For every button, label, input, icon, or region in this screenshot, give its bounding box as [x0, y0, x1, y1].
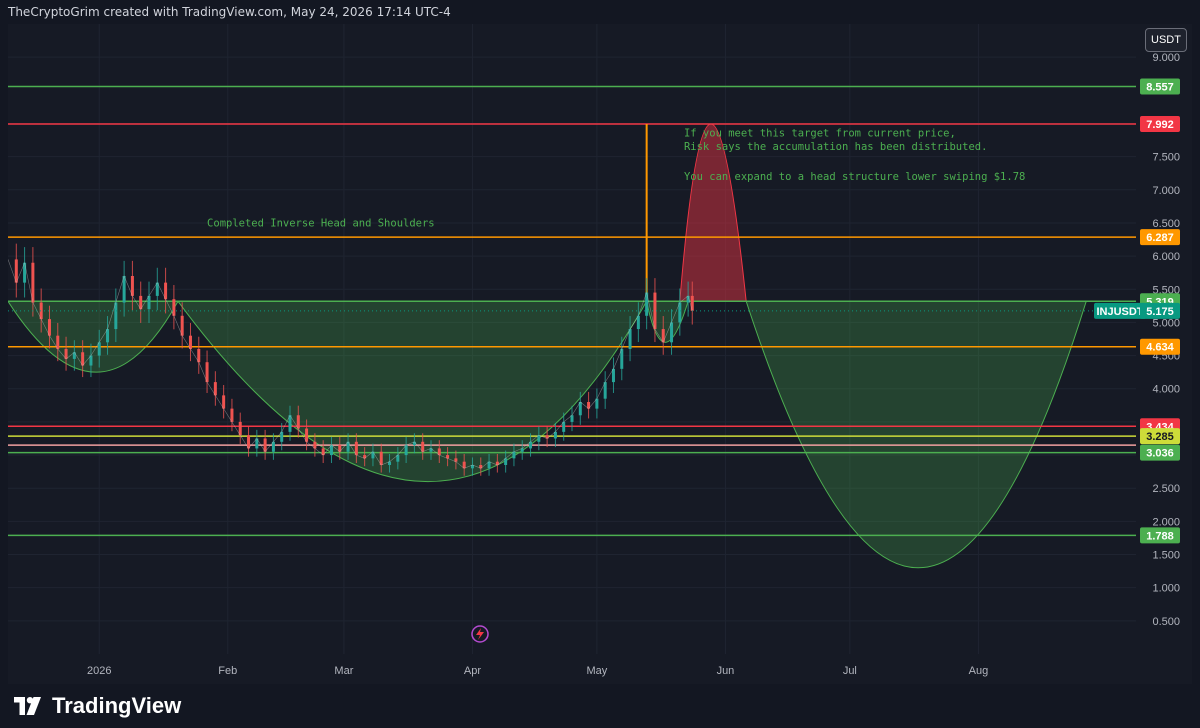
left-shoulder-curve	[8, 300, 179, 373]
attribution-bar: TheCryptoGrim created with TradingView.c…	[0, 0, 1200, 24]
currency-selector-button[interactable]: USDT	[1145, 28, 1187, 52]
x-tick-label: Aug	[969, 665, 989, 677]
right-shoulder-curve	[646, 300, 689, 343]
y-tick-label: 5.000	[1152, 317, 1180, 329]
price-level-label: 1.788	[1146, 530, 1174, 542]
tradingview-logo-icon	[14, 697, 41, 715]
x-tick-label: Jul	[843, 665, 857, 677]
y-tick-label: 1.000	[1152, 583, 1180, 595]
price-level-label: 6.287	[1146, 232, 1174, 244]
annotation-text: You can expand to a head structure lower…	[684, 171, 1025, 183]
y-tick-label: 7.500	[1152, 152, 1180, 164]
y-tick-label: 2.000	[1152, 516, 1180, 528]
footer: TradingView	[0, 684, 1200, 728]
price-candle-body	[690, 295, 694, 311]
x-tick-label: 2026	[87, 665, 111, 677]
attribution-text: TheCryptoGrim created with TradingView.c…	[8, 5, 451, 19]
tradingview-logo[interactable]: TradingView	[14, 690, 181, 722]
tradingview-brand-text: TradingView	[52, 693, 182, 718]
y-tick-label: 1.500	[1152, 550, 1180, 562]
x-tick-label: Feb	[218, 665, 237, 677]
x-tick-label: Jun	[717, 665, 735, 677]
symbol-label: INJUSDT	[1096, 306, 1143, 318]
y-tick-label: 2.500	[1152, 483, 1180, 495]
y-tick-label: 6.000	[1152, 251, 1180, 263]
price-level-label: 8.557	[1146, 82, 1174, 94]
last-price-label: 5.175	[1146, 306, 1174, 318]
projected-head-curve	[745, 300, 1087, 569]
x-tick-label: Mar	[334, 665, 353, 677]
price-level-label: 3.285	[1146, 431, 1174, 443]
y-tick-label: 7.000	[1152, 185, 1180, 197]
annotation-text: Risk says the accumulation has been dist…	[684, 141, 987, 153]
lightning-bolt-icon	[476, 628, 484, 640]
x-tick-label: Apr	[464, 665, 481, 677]
annotation-text: If you meet this target from current pri…	[684, 128, 956, 140]
price-level-label: 7.992	[1146, 119, 1174, 131]
price-chart[interactable]: Completed Inverse Head and Shoulders If y…	[8, 24, 1192, 684]
price-level-label: 4.634	[1146, 342, 1174, 354]
y-tick-label: 6.500	[1152, 218, 1180, 230]
y-tick-label: 4.000	[1152, 384, 1180, 396]
price-level-label: 3.036	[1146, 448, 1174, 460]
y-tick-label: 9.000	[1152, 52, 1180, 64]
x-tick-label: May	[586, 665, 607, 677]
chart-area[interactable]: Completed Inverse Head and Shoulders If y…	[8, 24, 1192, 684]
x-axis-panel	[8, 654, 1136, 684]
annotation-text: Completed Inverse Head and Shoulders	[207, 217, 435, 229]
y-tick-label: 0.500	[1152, 616, 1180, 628]
